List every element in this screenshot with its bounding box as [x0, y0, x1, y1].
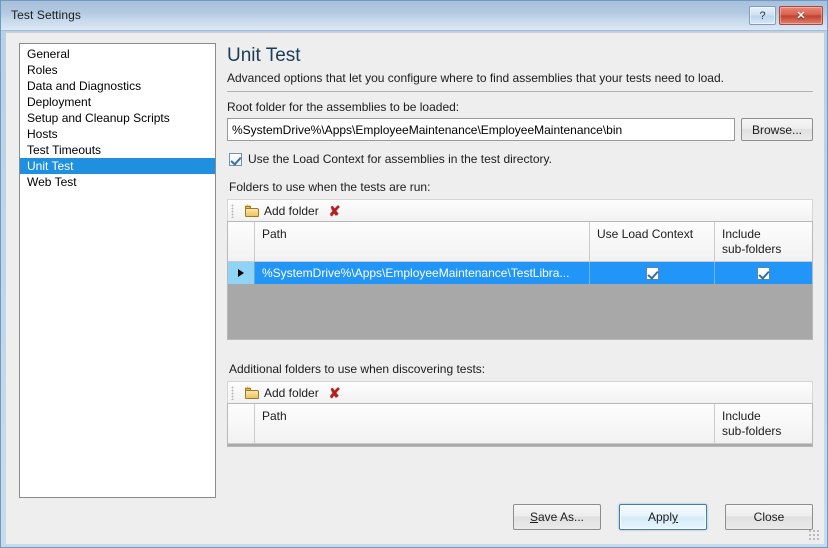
- column-header-selector-2: [228, 404, 255, 444]
- root-folder-input[interactable]: [227, 118, 735, 141]
- sidebar-item-general[interactable]: General: [20, 46, 215, 62]
- column-header-use-load-context[interactable]: Use Load Context: [590, 222, 715, 262]
- sidebar-item-roles[interactable]: Roles: [20, 62, 215, 78]
- page-subtitle: Advanced options that let you configure …: [227, 71, 724, 85]
- use-load-context-row[interactable]: Use the Load Context for assemblies in t…: [229, 152, 813, 166]
- dialog-button-bar: Save As... Apply Close: [513, 504, 813, 530]
- folders-discover-label: Additional folders to use when discoveri…: [229, 362, 486, 376]
- column-header-selector: [228, 222, 255, 262]
- add-folder-icon: ✶: [244, 203, 260, 217]
- use-load-context-checkbox[interactable]: [229, 152, 242, 166]
- toolbar-grip-icon-2[interactable]: [231, 385, 234, 400]
- column-header-include-subfolders[interactable]: Include sub-folders: [715, 222, 812, 262]
- sidebar-item-hosts[interactable]: Hosts: [20, 126, 215, 142]
- close-icon[interactable]: ✕: [779, 6, 823, 25]
- use-load-context-row-checkbox[interactable]: [645, 266, 659, 280]
- apply-button[interactable]: Apply: [619, 504, 707, 530]
- folders-run-grid[interactable]: Path Use Load Context Include sub-folder…: [227, 221, 813, 340]
- add-folder-label-2: Add folder: [264, 385, 319, 400]
- delete-folder-icon-discover[interactable]: ✘: [329, 386, 341, 400]
- save-as-button[interactable]: Save As...: [513, 504, 601, 530]
- root-folder-row: Browse...: [227, 118, 813, 141]
- column-header-include-subfolders-2[interactable]: Include sub-folders: [715, 404, 812, 444]
- titlebar-buttons: ? ✕: [749, 6, 823, 25]
- row-marker-icon: [238, 269, 244, 277]
- row-selector-cell[interactable]: [228, 262, 255, 284]
- title-bar[interactable]: Test Settings ? ✕: [1, 1, 827, 31]
- folders-run-toolbar: ✶ Add folder ✘: [227, 199, 813, 221]
- sidebar-item-deployment[interactable]: Deployment: [20, 94, 215, 110]
- folders-discover-grid[interactable]: Path Include sub-folders: [227, 403, 813, 447]
- category-list[interactable]: General Roles Data and Diagnostics Deplo…: [19, 43, 216, 498]
- column-header-include-line2-2: sub-folders: [722, 424, 782, 438]
- column-header-path[interactable]: Path: [255, 222, 590, 262]
- root-folder-label: Root folder for the assemblies to be loa…: [227, 100, 460, 114]
- add-folder-label: Add folder: [264, 203, 319, 218]
- sidebar-item-data-and-diagnostics[interactable]: Data and Diagnostics: [20, 78, 215, 94]
- folders-discover-toolbar: ✶ Add folder ✘: [227, 381, 813, 403]
- folders-run-grid-empty-area: [228, 284, 812, 339]
- dialog-client-area: General Roles Data and Diagnostics Deplo…: [6, 32, 824, 544]
- folders-discover-grid-empty-area: [228, 444, 812, 446]
- unit-test-panel: Unit Test Advanced options that let you …: [223, 43, 813, 447]
- include-subfolders-row-checkbox[interactable]: [757, 266, 770, 280]
- close-button[interactable]: Close: [725, 504, 813, 530]
- table-row[interactable]: %SystemDrive%\Apps\EmployeeMaintenance\T…: [228, 262, 812, 284]
- delete-folder-icon-run[interactable]: ✘: [329, 204, 341, 218]
- row-use-load-context-cell[interactable]: [590, 262, 715, 284]
- column-header-path-2[interactable]: Path: [255, 404, 715, 444]
- sidebar-item-unit-test[interactable]: Unit Test: [20, 158, 215, 174]
- window-title: Test Settings: [11, 8, 82, 22]
- sidebar-item-test-timeouts[interactable]: Test Timeouts: [20, 142, 215, 158]
- add-folder-button-discover[interactable]: ✶ Add folder: [241, 385, 322, 401]
- use-load-context-label: Use the Load Context for assemblies in t…: [248, 152, 552, 166]
- column-header-include-line1-2: Include: [722, 409, 761, 423]
- page-title: Unit Test: [227, 45, 301, 66]
- folders-discover-grid-header: Path Include sub-folders: [228, 404, 812, 444]
- row-include-subfolders-cell[interactable]: [715, 262, 812, 284]
- column-header-include-line2: sub-folders: [722, 242, 782, 256]
- column-header-include-line1: Include: [722, 227, 761, 241]
- resize-grip-icon[interactable]: [808, 529, 820, 541]
- sidebar-item-web-test[interactable]: Web Test: [20, 174, 215, 190]
- toolbar-grip-icon[interactable]: [231, 203, 234, 218]
- sidebar-item-setup-and-cleanup-scripts[interactable]: Setup and Cleanup Scripts: [20, 110, 215, 126]
- row-path-cell[interactable]: %SystemDrive%\Apps\EmployeeMaintenance\T…: [255, 262, 590, 284]
- test-settings-dialog: Test Settings ? ✕ General Roles Data and…: [0, 0, 828, 548]
- help-icon[interactable]: ?: [749, 6, 776, 25]
- folders-run-grid-header: Path Use Load Context Include sub-folder…: [228, 222, 812, 262]
- folders-run-label: Folders to use when the tests are run:: [229, 180, 431, 194]
- header-divider: [227, 91, 813, 92]
- add-folder-button-run[interactable]: ✶ Add folder: [241, 203, 322, 219]
- add-folder-icon-2: ✶: [244, 385, 260, 399]
- browse-button[interactable]: Browse...: [740, 118, 813, 141]
